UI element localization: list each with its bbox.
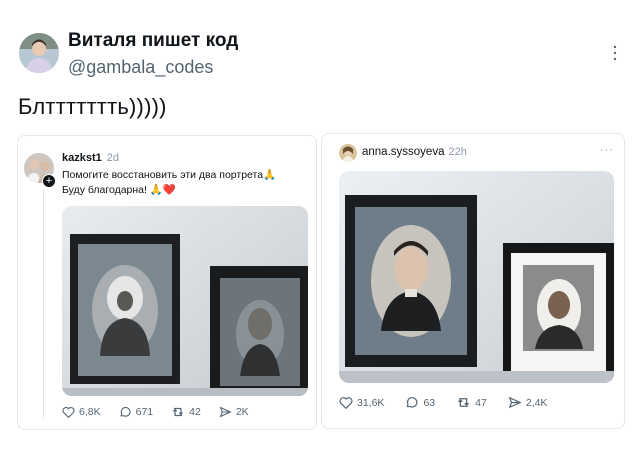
comment-icon bbox=[407, 397, 418, 408]
author-avatar[interactable] bbox=[19, 33, 59, 73]
embedded-post-left[interactable]: + kazkst1 2d Помогите восстановить эти д… bbox=[17, 135, 317, 430]
left-text-line2: Буду благодарна! 🙏❤️ bbox=[62, 183, 176, 196]
pray-heart-emoji-icon: 🙏❤️ bbox=[149, 184, 177, 196]
embedded-post-right[interactable]: anna.syssoyeva 22h ··· 31,6K 63 47 2,4K bbox=[321, 133, 625, 429]
like-count: 31,6K bbox=[357, 396, 385, 409]
heart-icon bbox=[62, 407, 75, 418]
follow-plus-icon[interactable]: + bbox=[42, 174, 56, 188]
more-options-icon[interactable] bbox=[612, 44, 618, 62]
anna-avatar[interactable] bbox=[339, 144, 357, 162]
right-actions-bar: 31,6K 63 47 2,4K bbox=[339, 396, 547, 409]
like-button[interactable]: 6,8K bbox=[62, 406, 101, 418]
share-count: 2,4K bbox=[525, 396, 548, 409]
pray-emoji-icon: 🙏 bbox=[263, 169, 277, 181]
repost-count: 42 bbox=[189, 406, 201, 418]
right-time: 22h bbox=[448, 146, 467, 158]
left-text-line1: Помогите восстановить эти два портрета🙏 bbox=[62, 168, 276, 181]
heart-icon bbox=[339, 397, 353, 409]
comment-count: 671 bbox=[135, 406, 154, 418]
old-portraits-photo bbox=[62, 206, 308, 396]
thread-line bbox=[43, 189, 44, 419]
restored-portraits-photo bbox=[339, 171, 614, 383]
left-post-image[interactable] bbox=[62, 206, 308, 396]
left-text-line2-label: Буду благодарна! bbox=[62, 184, 147, 196]
post-text: Блттттттть))))) bbox=[18, 94, 167, 119]
right-more-icon[interactable]: ··· bbox=[600, 144, 614, 156]
repost-icon bbox=[173, 407, 184, 417]
like-button[interactable]: 31,6K bbox=[339, 396, 384, 409]
person-avatar-icon bbox=[19, 33, 59, 73]
comment-icon bbox=[120, 406, 131, 417]
left-username[interactable]: kazkst1 bbox=[62, 152, 102, 164]
left-time: 2d bbox=[106, 152, 120, 164]
send-icon bbox=[219, 406, 232, 418]
send-icon bbox=[508, 396, 522, 409]
author-name[interactable]: Виталя пишет код bbox=[68, 30, 238, 52]
person-avatar-icon bbox=[339, 144, 357, 162]
comment-button[interactable]: 671 bbox=[119, 406, 154, 418]
repost-count: 47 bbox=[475, 396, 487, 409]
repost-icon bbox=[458, 398, 470, 407]
repost-button[interactable]: 47 bbox=[456, 396, 487, 409]
like-count: 6,8K bbox=[79, 406, 101, 418]
share-button[interactable]: 2,4K bbox=[508, 396, 548, 409]
share-count: 2K bbox=[235, 406, 249, 418]
left-actions-bar: 6,8K 671 42 2K bbox=[62, 406, 249, 418]
author-handle[interactable]: @gambala_codes bbox=[68, 57, 213, 78]
comment-button[interactable]: 63 bbox=[405, 396, 435, 409]
left-text-line1-label: Помогите восстановить эти два портрета bbox=[62, 169, 264, 181]
right-username[interactable]: anna.syssoyeva bbox=[362, 146, 444, 158]
right-post-image[interactable] bbox=[339, 171, 614, 383]
comment-count: 63 bbox=[423, 396, 436, 409]
share-button[interactable]: 2K bbox=[219, 406, 249, 418]
repost-button[interactable]: 42 bbox=[171, 406, 201, 418]
